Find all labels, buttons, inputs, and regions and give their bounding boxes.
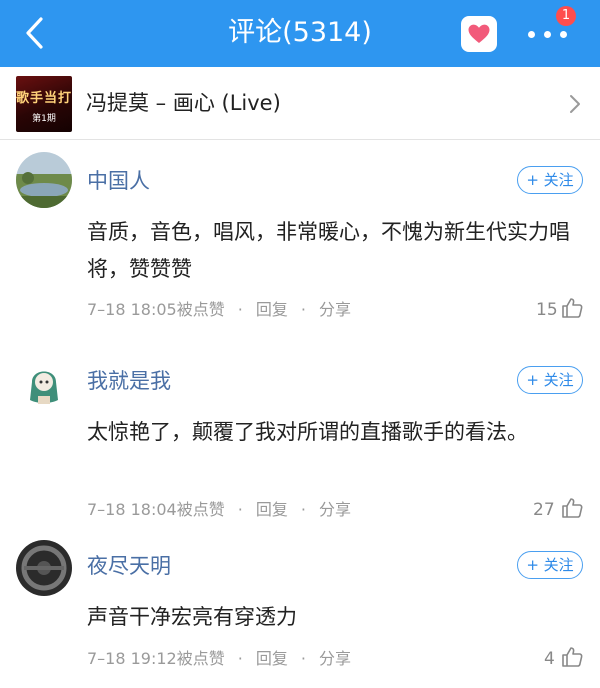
reply-link[interactable]: 回复 — [256, 500, 288, 520]
chevron-right-icon — [570, 95, 580, 113]
separator-dot: · — [300, 500, 306, 519]
liked-label: 被点赞 — [176, 649, 225, 668]
reply-link[interactable]: 回复 — [256, 300, 288, 320]
more-dot-icon — [528, 31, 535, 38]
follow-button[interactable]: + 关注 — [517, 166, 583, 194]
thumbs-up-icon[interactable] — [561, 646, 583, 668]
comment-meta: 7–18 19:12被点赞 · 回复 · 分享 — [87, 649, 351, 669]
album-cover: 歌手当打 第1期 — [16, 76, 72, 132]
comment-item: 中国人 + 关注 音质，音色，唱风，非常暖心，不愧为新生代实力唱将，赞赞赞 7–… — [0, 140, 600, 340]
comment-time: 7–18 18:04 — [87, 500, 177, 519]
avatar[interactable] — [16, 540, 72, 596]
comment-text: 太惊艳了，颠覆了我对所谓的直播歌手的看法。 — [87, 420, 528, 444]
comment-item: 夜尽天明 + 关注 声音干净宏亮有穿透力 7–18 19:12被点赞 · 回复 · 分享… — [0, 530, 600, 688]
separator-dot: · — [300, 300, 306, 319]
title-bar: 评论(5314) 1 — [0, 0, 600, 67]
username[interactable]: 我就是我 — [87, 368, 171, 394]
more-dot-icon — [560, 31, 567, 38]
avatar[interactable] — [16, 352, 72, 408]
separator-dot: · — [300, 649, 306, 668]
comment-meta: 7–18 18:05被点赞 · 回复 · 分享 — [87, 300, 351, 320]
like-count: 4 — [544, 649, 555, 669]
username[interactable]: 中国人 — [87, 168, 150, 194]
follow-button[interactable]: + 关注 — [517, 366, 583, 394]
song-bar[interactable]: 歌手当打 第1期 冯提莫 – 画心 (Live) — [0, 67, 600, 140]
like-count: 15 — [536, 300, 558, 320]
separator-dot: · — [237, 649, 243, 668]
notification-badge: 1 — [556, 6, 576, 26]
liked-label: 被点赞 — [176, 500, 225, 519]
avatar[interactable] — [16, 152, 72, 208]
comment-meta: 7–18 18:04被点赞 · 回复 · 分享 — [87, 500, 351, 520]
share-link[interactable]: 分享 — [319, 500, 351, 520]
reply-link[interactable]: 回复 — [256, 649, 288, 669]
separator-dot: · — [237, 300, 243, 319]
comment-text: 声音干净宏亮有穿透力 — [87, 605, 297, 629]
comment-text: 音质，音色，唱风，非常暖心，不愧为新生代实力唱将，赞赞赞 — [87, 220, 570, 281]
song-name: 冯提莫 – 画心 (Live) — [86, 91, 281, 115]
comment-time: 7–18 18:05 — [87, 300, 177, 319]
cover-subtitle: 第1期 — [32, 114, 56, 124]
comment-item: 我就是我 + 关注 太惊艳了，颠覆了我对所谓的直播歌手的看法。 7–18 18:… — [0, 340, 600, 530]
like-count: 27 — [533, 500, 555, 520]
page-title: 评论(5314) — [228, 17, 372, 48]
cover-title: 歌手当打 — [16, 91, 72, 106]
share-link[interactable]: 分享 — [319, 649, 351, 669]
liked-label: 被点赞 — [176, 300, 225, 319]
message-button[interactable] — [461, 16, 497, 52]
separator-dot: · — [237, 500, 243, 519]
thumbs-up-icon[interactable] — [561, 497, 583, 519]
follow-button[interactable]: + 关注 — [517, 551, 583, 579]
comment-time: 7–18 19:12 — [87, 649, 177, 668]
heart-chat-icon — [468, 24, 490, 43]
more-dot-icon — [544, 31, 551, 38]
username[interactable]: 夜尽天明 — [87, 553, 171, 579]
thumbs-up-icon[interactable] — [561, 297, 583, 319]
share-link[interactable]: 分享 — [319, 300, 351, 320]
